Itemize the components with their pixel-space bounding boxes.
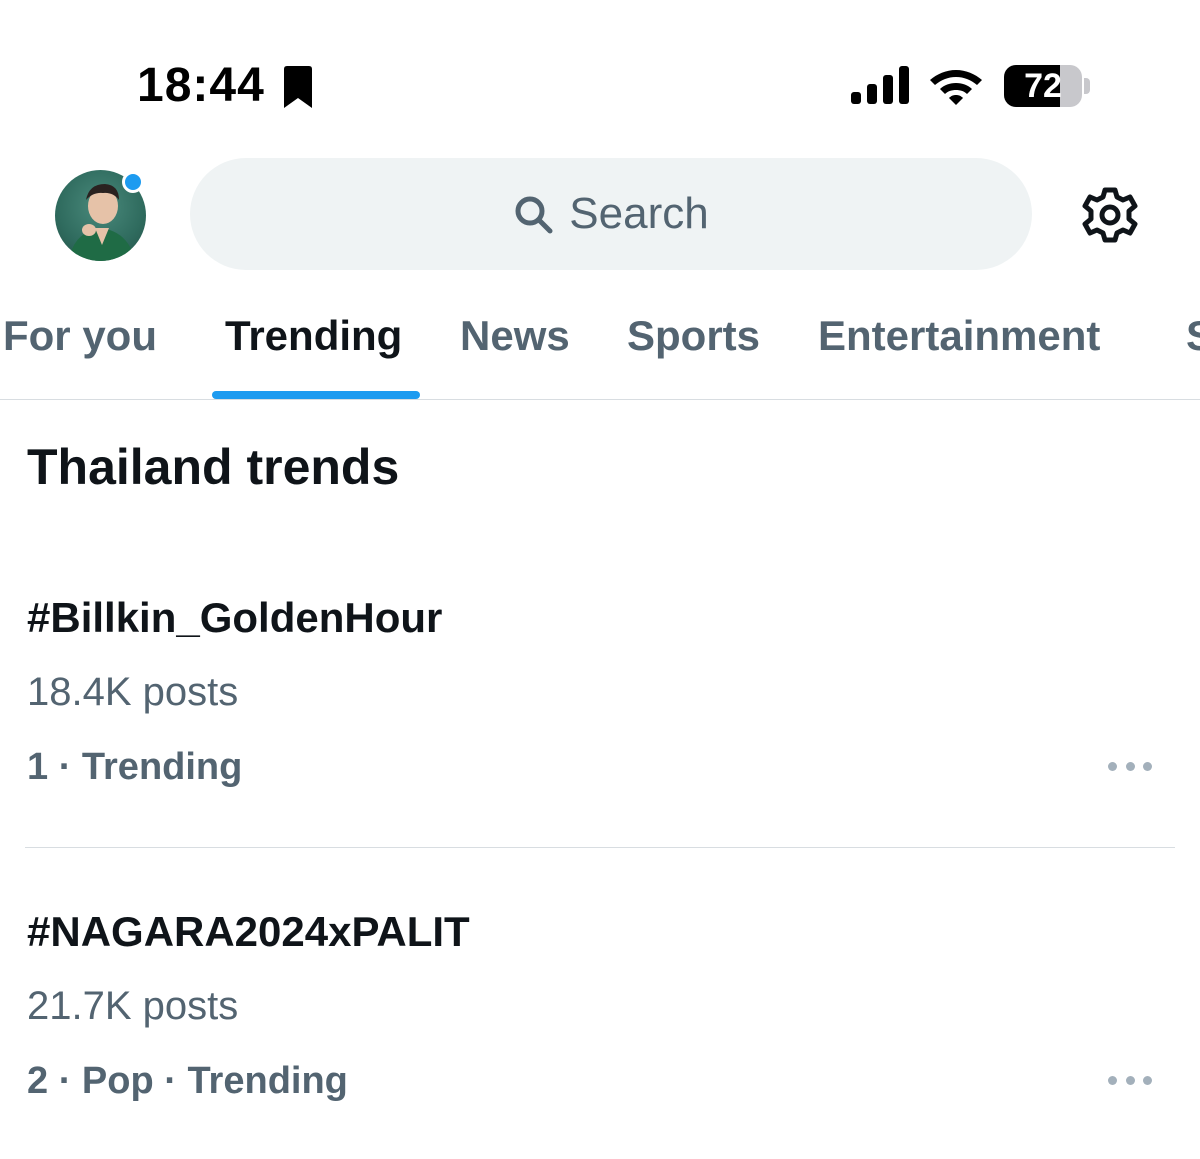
more-dot (1108, 761, 1117, 771)
trend-item[interactable]: #Billkin_GoldenHour 18.4K posts 1 · Tren… (0, 594, 1200, 834)
search-input[interactable]: Search (190, 158, 1032, 270)
battery-label: 72 (1024, 67, 1062, 105)
trend-posts: 18.4K posts (27, 670, 239, 714)
more-dot (1125, 1075, 1135, 1085)
trend-name[interactable]: #NAGARA2024xPALIT (27, 908, 470, 956)
battery-body: 72 (1004, 65, 1082, 107)
tab-for-you[interactable]: For you (3, 312, 157, 360)
bookmark-icon (284, 66, 312, 108)
gear-icon (1082, 187, 1138, 243)
section-title: Thailand trends (27, 439, 400, 495)
battery-cap (1084, 78, 1090, 94)
trend-name[interactable]: #Billkin_GoldenHour (27, 594, 442, 642)
tab-news[interactable]: News (460, 312, 570, 360)
more-dot (1108, 1075, 1117, 1085)
settings-button[interactable] (1078, 183, 1142, 247)
wifi-icon (930, 70, 982, 105)
search-icon (515, 196, 553, 234)
notification-dot (122, 171, 144, 193)
search-placeholder: Search (569, 189, 709, 238)
more-icon[interactable] (1108, 754, 1152, 778)
tab-partial[interactable]: S (1186, 312, 1200, 360)
tab-bar: For you Trending News Sports Entertainme… (0, 290, 1200, 400)
trend-meta: 2 · Pop · Trending (27, 1060, 348, 1102)
trend-item[interactable]: #NAGARA2024xPALIT 21.7K posts 2 · Pop · … (0, 908, 1200, 1148)
tab-sports[interactable]: Sports (627, 312, 760, 360)
status-time: 18:44 (137, 59, 265, 112)
signal-icon (851, 66, 909, 104)
trend-meta: 1 · Trending (27, 746, 243, 788)
tab-entertainment[interactable]: Entertainment (818, 312, 1100, 360)
more-dot (1125, 761, 1135, 771)
trend-posts: 21.7K posts (27, 984, 239, 1028)
status-bar: 18:44 72 (0, 0, 1200, 130)
active-tab-indicator (212, 391, 420, 399)
tab-trending[interactable]: Trending (225, 312, 402, 360)
top-bar: Search (0, 150, 1200, 280)
more-icon[interactable] (1108, 1068, 1152, 1092)
battery-icon: 72 (1004, 65, 1090, 107)
more-dot (1143, 1075, 1152, 1085)
more-dot (1143, 761, 1152, 771)
trend-divider (25, 847, 1175, 848)
